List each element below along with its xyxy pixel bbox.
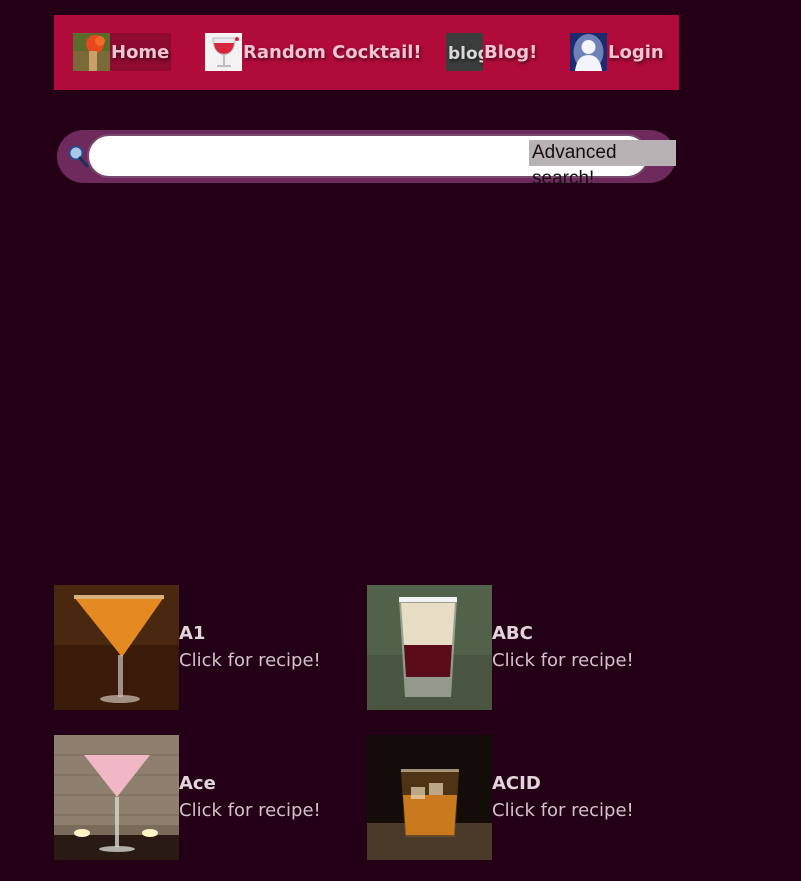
cocktail-photo-abc [367, 585, 492, 710]
cocktail-card[interactable]: ABC Click for recipe! [367, 585, 667, 710]
advanced-search-button[interactable]: Advanced search! [529, 140, 676, 189]
flower-photo-icon [73, 33, 110, 71]
recipe-link-text: Click for recipe! [492, 800, 634, 821]
recipe-link-text: Click for recipe! [179, 650, 321, 671]
top-navigation-bar: Home Random Cocktail! blog Blog! Login [54, 15, 679, 90]
recipe-link-text: Click for recipe! [179, 800, 321, 821]
nav-home-label: Home [111, 41, 170, 63]
cocktail-card[interactable]: A1 Click for recipe! [54, 585, 354, 710]
cocktail-name: ABC [492, 623, 533, 644]
nav-blog-label: Blog! [484, 41, 538, 63]
cocktail-photo-a1 [54, 585, 179, 710]
cocktail-card[interactable]: ACID Click for recipe! [367, 735, 667, 860]
nav-random-cocktail-link[interactable]: Random Cocktail! [205, 33, 422, 71]
nav-blog-link[interactable]: blog Blog! [446, 33, 537, 71]
nav-home-link[interactable]: Home [73, 33, 172, 71]
svg-text:blog: blog [448, 44, 483, 64]
cocktail-name: ACID [492, 773, 541, 794]
search-icon[interactable] [67, 144, 89, 168]
nav-login-link[interactable]: Login [570, 33, 664, 71]
nav-random-cocktail-label: Random Cocktail! [243, 41, 422, 63]
search-bar: Advanced search! [57, 130, 676, 189]
recipe-link-text: Click for recipe! [492, 650, 634, 671]
cocktail-name: A1 [179, 623, 206, 644]
user-avatar-icon [570, 33, 607, 71]
cocktail-photo-acid [367, 735, 492, 860]
blog-chalkboard-icon: blog [446, 33, 483, 71]
nav-login-label: Login [608, 41, 664, 63]
wine-glass-icon [205, 33, 242, 71]
cocktail-photo-ace [54, 735, 179, 860]
cocktail-card[interactable]: Ace Click for recipe! [54, 735, 354, 860]
cocktail-name: Ace [179, 773, 216, 794]
